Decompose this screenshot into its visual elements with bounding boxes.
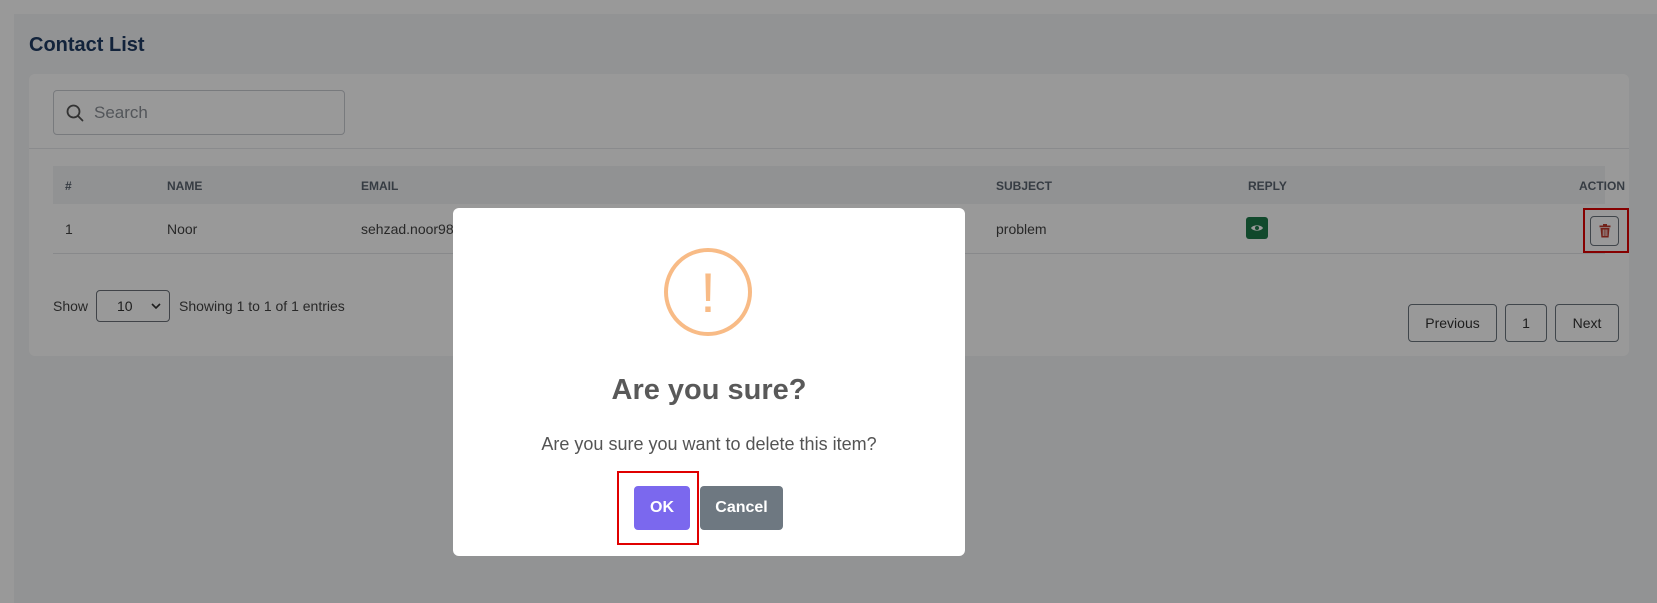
cancel-button[interactable]: Cancel [700,486,783,530]
warning-glyph: ! [700,260,716,324]
warning-icon: ! [664,248,752,336]
ok-button[interactable]: OK [634,486,690,530]
dialog-title: Are you sure? [611,374,807,406]
confirm-dialog: ! Are you sure? Are you sure you want to… [453,208,965,556]
dialog-message: Are you sure you want to delete this ite… [541,434,877,454]
